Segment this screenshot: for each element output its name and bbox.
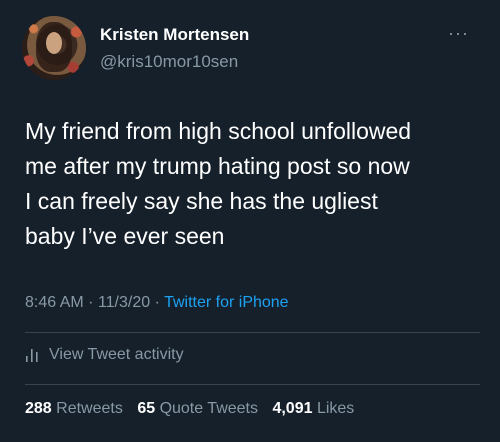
tweet-meta: 8:46 AM · 11/3/20 · Twitter for iPhone [25, 294, 289, 312]
view-tweet-activity-button[interactable]: View Tweet activity [25, 346, 184, 364]
more-options-icon[interactable]: ··· [448, 24, 469, 42]
user-display-name[interactable]: Kristen Mortensen [100, 25, 249, 45]
avatar[interactable] [22, 16, 86, 80]
retweets-count: 288 [25, 400, 52, 417]
likes-count: 4,091 [272, 400, 313, 417]
retweets-label: Retweets [56, 400, 123, 417]
likes-stat[interactable]: 4,091 Likes [272, 400, 354, 417]
divider [25, 384, 480, 385]
divider [25, 332, 480, 333]
user-handle[interactable]: @kris10mor10sen [100, 52, 238, 72]
tweet-date[interactable]: 11/3/20 [98, 294, 150, 311]
likes-label: Likes [316, 400, 355, 417]
view-tweet-activity-label: View Tweet activity [49, 346, 184, 363]
tweet-text: My friend from high school unfollowed me… [25, 118, 412, 249]
tweet-stats: 288 Retweets 65 Quote Tweets 4,091 Likes [25, 400, 364, 418]
quote-tweets-stat[interactable]: 65 Quote Tweets [137, 400, 262, 417]
quote-tweets-count: 65 [137, 400, 156, 417]
tweet-source-link[interactable]: Twitter for iPhone [164, 294, 289, 311]
analytics-bars-icon [26, 349, 38, 362]
retweets-stat[interactable]: 288 Retweets [25, 400, 127, 417]
meta-separator: · [88, 294, 94, 311]
avatar-face [46, 32, 62, 54]
meta-separator: · [154, 294, 160, 311]
quote-tweets-label: Quote Tweets [159, 400, 258, 417]
tweet-time[interactable]: 8:46 AM [25, 294, 84, 311]
